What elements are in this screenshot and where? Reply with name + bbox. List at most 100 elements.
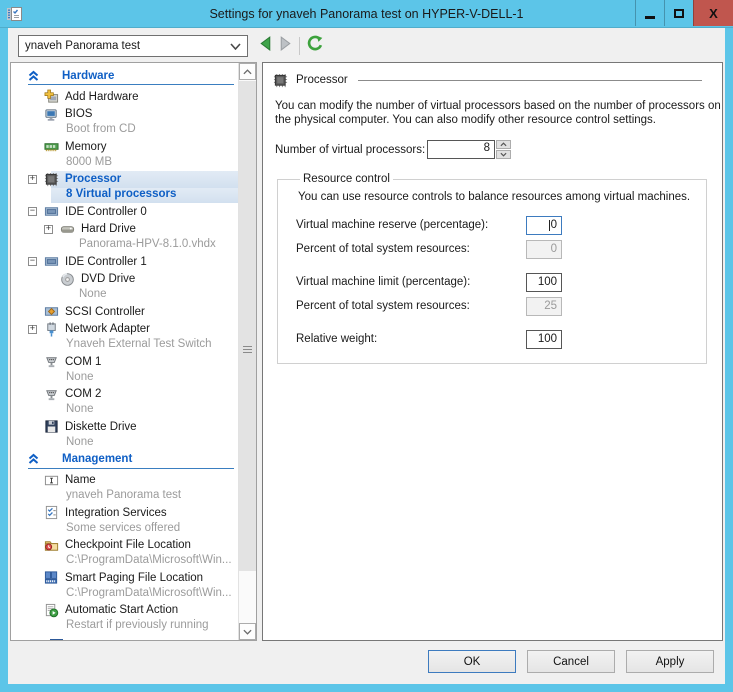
memory-icon [44, 139, 59, 154]
forward-button[interactable] [278, 35, 293, 52]
sidebar-item-processor[interactable]: + Processor [11, 171, 238, 189]
close-button[interactable]: X [693, 0, 733, 26]
processor-icon [44, 172, 59, 187]
sidebar-scrollbar[interactable] [238, 63, 256, 640]
scrollbar-grip [243, 346, 252, 355]
hard-drive-icon [60, 222, 75, 237]
checkpoint-icon [44, 538, 59, 553]
toolbar-separator [299, 37, 300, 55]
processor-description: You can modify the number of virtual pro… [275, 99, 723, 127]
sidebar-item-add-hardware[interactable]: Add Hardware [11, 88, 238, 106]
sidebar-item-label: Processor [65, 173, 121, 185]
sidebar-item-diskette-drive[interactable]: Diskette Drive [11, 418, 238, 436]
sidebar-item-smart-paging-file-location[interactable]: Smart Paging File Location [11, 569, 238, 587]
sidebar-item-subtext: Panorama-HPV-8.1.0.vhdx [11, 238, 238, 253]
sidebar-item-subtext: C:\ProgramData\Microsoft\Win... [11, 587, 238, 602]
resource-control-legend: Resource control [300, 173, 393, 185]
app-icon [6, 5, 24, 23]
percent-limit-label: Percent of total system resources: [296, 300, 526, 312]
processor-icon [273, 73, 288, 88]
sidebar-item-automatic-start-action[interactable]: Automatic Start Action [11, 602, 238, 620]
maximize-button[interactable] [664, 0, 693, 26]
sidebar-item-hard-drive[interactable]: + Hard Drive [11, 221, 238, 239]
settings-window: Settings for ynaveh Panorama test on HYP… [0, 0, 733, 692]
relative-weight-input[interactable]: 100 [526, 330, 562, 349]
sidebar-item-network-adapter[interactable]: + Network Adapter [11, 321, 238, 339]
sidebar-item-subtext: Ynaveh External Test Switch [11, 338, 238, 353]
integration-services-icon [44, 505, 59, 520]
num-processors-stepper: 8 [427, 140, 511, 159]
cancel-button[interactable]: Cancel [527, 650, 615, 673]
percent-reserve-value: 0 [526, 240, 562, 259]
collapse-toggle[interactable]: − [28, 207, 37, 216]
sidebar-item-label: IDE Controller 1 [65, 256, 147, 268]
sidebar-item-subtext: Some services offered [11, 522, 238, 537]
sidebar-item-label: Hard Drive [81, 223, 136, 235]
sidebar-item-label: COM 1 [65, 356, 101, 368]
sidebar-item-ide-controller-0[interactable]: −IDE Controller 0 [11, 203, 238, 221]
vm-reserve-input[interactable]: 0 [526, 216, 562, 235]
ok-button[interactable]: OK [428, 650, 516, 673]
scrollbar-thumb[interactable] [239, 81, 256, 571]
sidebar-item-integration-services[interactable]: Integration Services [11, 504, 238, 522]
vm-selector-value: ynaveh Panorama test [25, 40, 230, 52]
sidebar-item-ide-controller-1[interactable]: − IDE Controller 1 [11, 253, 238, 271]
percent-reserve-label: Percent of total system resources: [296, 243, 526, 255]
sidebar-item-label: Integration Services [65, 507, 167, 519]
dvd-drive-icon [60, 272, 75, 287]
sidebar-item-label: Smart Paging File Location [65, 572, 203, 584]
collapse-chevrons-icon [28, 453, 39, 465]
vm-selector-dropdown[interactable]: ynaveh Panorama test [18, 35, 248, 57]
relative-weight-label: Relative weight: [296, 333, 526, 345]
sidebar-item-com-2[interactable]: COM 2 [11, 386, 238, 404]
header-rule [358, 80, 702, 81]
section-header-hardware[interactable]: Hardware [28, 69, 234, 85]
num-processors-input[interactable]: 8 [427, 140, 495, 159]
spin-down-button[interactable] [496, 150, 511, 159]
sidebar-item-subtext: None [11, 403, 238, 418]
minimize-button[interactable] [635, 0, 664, 26]
apply-button[interactable]: Apply [626, 650, 714, 673]
sidebar-item-label: BIOS [65, 108, 92, 120]
sidebar-item-subtext: Restart if previously running [11, 619, 238, 634]
sidebar-item-subtext: None [11, 288, 238, 303]
refresh-button[interactable] [306, 34, 324, 53]
scroll-up-button[interactable] [239, 63, 256, 80]
collapse-chevrons-icon [28, 70, 39, 82]
sidebar-item-subtext: 8 Virtual processors [11, 188, 238, 203]
sidebar-item-subtext: Boot from CD [11, 123, 238, 138]
expand-toggle[interactable]: + [28, 175, 37, 184]
percent-limit-value: 25 [526, 297, 562, 316]
sidebar-item-checkpoint-file-location[interactable]: Checkpoint File Location [11, 537, 238, 555]
sidebar-item-dvd-drive[interactable]: DVD Drive [11, 271, 238, 289]
vm-limit-input[interactable]: 100 [526, 273, 562, 292]
expand-toggle[interactable]: + [28, 325, 37, 334]
expand-toggle[interactable]: + [44, 225, 53, 234]
sidebar-item-com-1[interactable]: COM 1 [11, 353, 238, 371]
title-bar[interactable]: Settings for ynaveh Panorama test on HYP… [0, 0, 733, 28]
sidebar-item-subtext: ynaveh Panorama test [11, 489, 238, 504]
sidebar-item-name[interactable]: Name [11, 472, 238, 490]
sidebar-item-memory[interactable]: Memory [11, 138, 238, 156]
back-button[interactable] [258, 35, 273, 52]
page-title: Processor [296, 74, 348, 86]
settings-nav-panel: Hardware Add Hardware BIOS Boot from CDMemo… [10, 62, 257, 641]
add-hardware-icon [44, 89, 59, 104]
spin-up-button[interactable] [496, 140, 511, 149]
smart-paging-icon [44, 570, 59, 585]
resource-control-group: Resource control You can use resource co… [277, 173, 707, 364]
sidebar-item-subtext: 8000 MB [11, 156, 238, 171]
collapse-toggle[interactable]: − [28, 257, 37, 266]
auto-start-icon [44, 603, 59, 618]
vm-reserve-label: Virtual machine reserve (percentage): [296, 219, 526, 231]
name-icon [44, 473, 59, 488]
section-header-management[interactable]: Management [28, 453, 234, 469]
ide-controller-icon [44, 254, 59, 269]
sidebar-item-scsi-controller[interactable]: SCSI Controller [11, 303, 238, 321]
sidebar-item-bios[interactable]: BIOS [11, 106, 238, 124]
scroll-down-button[interactable] [239, 623, 256, 640]
sidebar-item-subtext: None [11, 371, 238, 386]
sidebar-item-label: Network Adapter [65, 323, 150, 335]
sidebar-item-label: Name [65, 474, 96, 486]
com-port-icon [44, 354, 59, 369]
